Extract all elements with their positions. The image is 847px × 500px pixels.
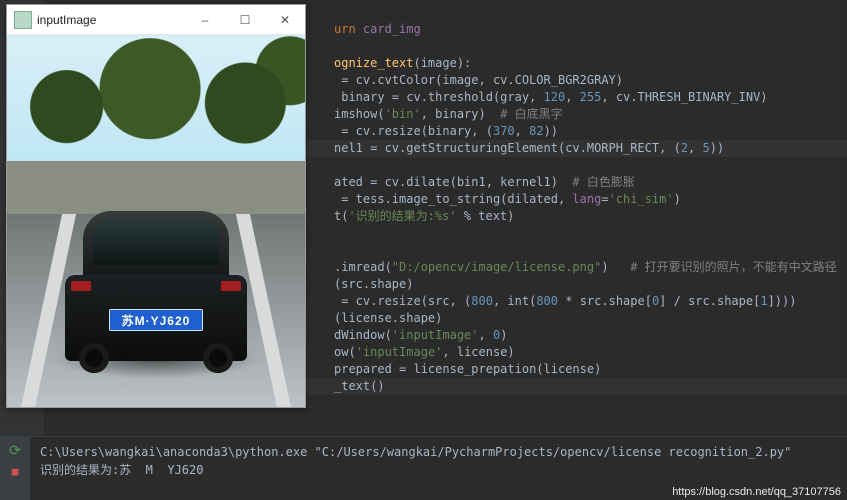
- maximize-button[interactable]: ☐: [225, 5, 265, 34]
- close-button[interactable]: ✕: [265, 5, 305, 34]
- wheel: [79, 343, 109, 373]
- watermark: https://blog.csdn.net/qq_37107756: [672, 486, 841, 498]
- console-toolbar: ⟳ ■: [0, 437, 30, 500]
- window-titlebar[interactable]: inputImage – ☐ ✕: [7, 5, 305, 35]
- console-line: C:\Users\wangkai\anaconda3\python.exe: [40, 445, 315, 459]
- stop-icon[interactable]: ■: [12, 465, 19, 478]
- car: 苏M·YJ620: [65, 211, 247, 361]
- console-line: 识别的结果为:苏 M YJ620: [40, 463, 203, 477]
- window-title: inputImage: [37, 13, 185, 27]
- image-canvas: 苏M·YJ620: [7, 35, 305, 407]
- window-app-icon: [15, 12, 31, 28]
- car-window: [93, 221, 219, 265]
- console-line: "C:/Users/wangkai/PycharmProjects/opencv…: [315, 445, 792, 459]
- wheel: [203, 343, 233, 373]
- taillight: [221, 281, 241, 291]
- license-plate: 苏M·YJ620: [109, 309, 203, 331]
- minimize-button[interactable]: –: [185, 5, 225, 34]
- rerun-icon[interactable]: ⟳: [9, 443, 21, 459]
- image-preview-window[interactable]: inputImage – ☐ ✕ 苏M·YJ620: [6, 4, 306, 408]
- scene-trees: [7, 35, 305, 214]
- taillight: [71, 281, 91, 291]
